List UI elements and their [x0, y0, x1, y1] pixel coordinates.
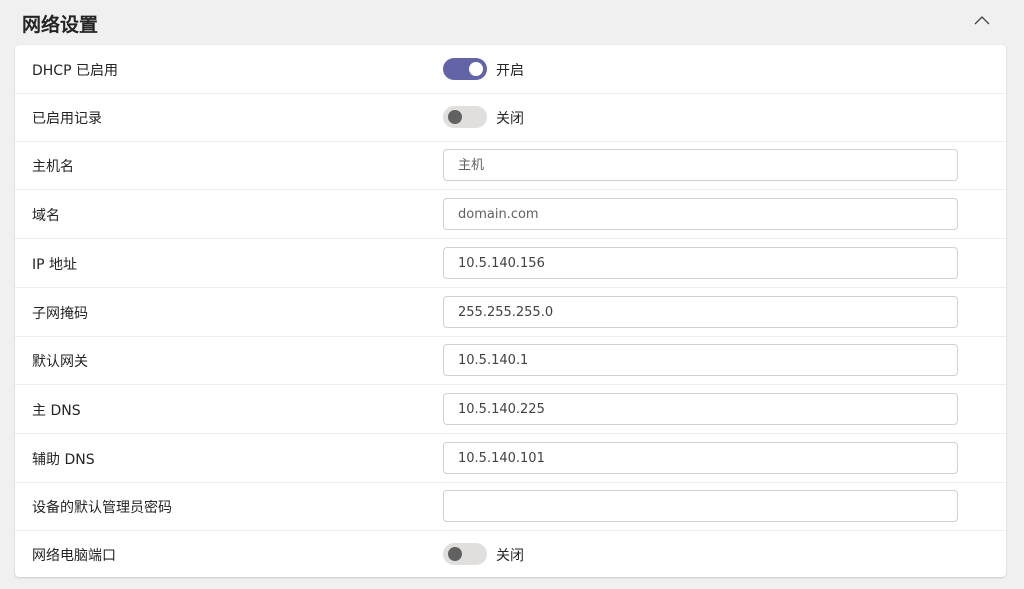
primary-dns-label: 主 DNS — [32, 403, 81, 419]
dhcp-enabled-toggle[interactable] — [443, 58, 487, 80]
chevron-up-icon[interactable] — [972, 11, 992, 31]
section-title: 网络设置 — [22, 14, 99, 36]
logging-enabled-label: 已启用记录 — [32, 111, 102, 127]
row-primary-dns: 主 DNS — [15, 385, 1006, 434]
primary-dns-input[interactable] — [443, 393, 958, 425]
row-ip-address: IP 地址 — [15, 239, 1006, 288]
network-settings-card: DHCP 已启用 开启 已启用记录 关闭 主机名 域名 IP 地址 子网掩码 默… — [15, 45, 1006, 577]
dhcp-enabled-label: DHCP 已启用 — [32, 63, 118, 79]
row-pc-port: 网络电脑端口 关闭 — [15, 530, 1006, 579]
row-secondary-dns: 辅助 DNS — [15, 434, 1006, 483]
hostname-label: 主机名 — [32, 159, 74, 175]
default-gateway-input[interactable] — [443, 344, 958, 376]
pc-port-state: 关闭 — [496, 548, 524, 564]
row-logging-enabled: 已启用记录 关闭 — [15, 93, 1006, 142]
row-dhcp-enabled: DHCP 已启用 开启 — [15, 45, 1006, 94]
row-hostname: 主机名 — [15, 141, 1006, 190]
pc-port-toggle[interactable] — [443, 543, 487, 565]
admin-password-input[interactable] — [443, 490, 958, 522]
secondary-dns-label: 辅助 DNS — [32, 452, 95, 468]
ip-address-label: IP 地址 — [32, 257, 78, 273]
hostname-input[interactable] — [443, 149, 958, 181]
toggle-knob — [448, 547, 462, 561]
domain-input[interactable] — [443, 198, 958, 230]
pc-port-label: 网络电脑端口 — [32, 548, 116, 564]
secondary-dns-input[interactable] — [443, 442, 958, 474]
logging-enabled-state: 关闭 — [496, 111, 524, 127]
row-admin-password: 设备的默认管理员密码 — [15, 482, 1006, 531]
admin-password-label: 设备的默认管理员密码 — [32, 500, 172, 516]
logging-enabled-toggle[interactable] — [443, 106, 487, 128]
toggle-knob — [448, 110, 462, 124]
default-gateway-label: 默认网关 — [32, 354, 88, 370]
subnet-mask-input[interactable] — [443, 296, 958, 328]
row-domain: 域名 — [15, 190, 1006, 239]
subnet-mask-label: 子网掩码 — [32, 306, 88, 322]
ip-address-input[interactable] — [443, 247, 958, 279]
dhcp-enabled-state: 开启 — [496, 63, 524, 79]
row-default-gateway: 默认网关 — [15, 336, 1006, 385]
row-subnet-mask: 子网掩码 — [15, 288, 1006, 337]
domain-label: 域名 — [32, 208, 60, 224]
toggle-knob — [469, 62, 483, 76]
section-header: 网络设置 — [0, 0, 1024, 44]
